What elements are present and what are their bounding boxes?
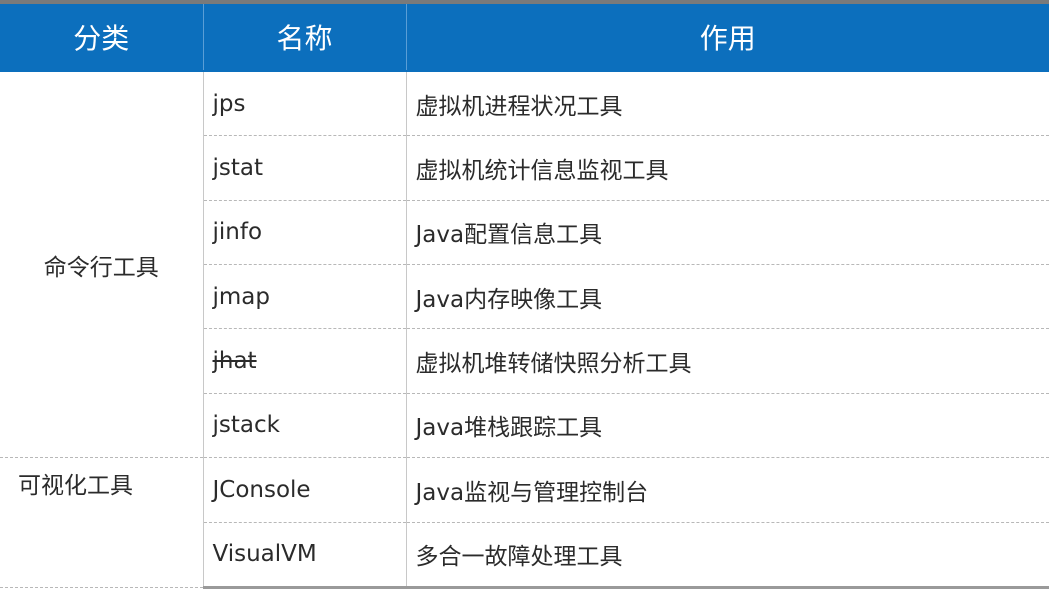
header-purpose: 作用 bbox=[405, 0, 1049, 72]
category-command-line: 命令行工具 bbox=[0, 71, 203, 459]
table-row: 可视化工具 JConsole Java监视与管理控制台 bbox=[0, 457, 1049, 588]
category-visual: 可视化工具 bbox=[0, 457, 203, 588]
tool-name: jps bbox=[202, 71, 406, 137]
tool-name: jstack bbox=[202, 393, 406, 459]
tool-purpose: 虚拟机统计信息监视工具 bbox=[405, 135, 1049, 201]
tool-purpose: 虚拟机进程状况工具 bbox=[405, 71, 1049, 137]
tool-name: jstat bbox=[202, 135, 406, 201]
header-row: 分类 名称 作用 bbox=[0, 0, 1049, 72]
table-row: 命令行工具 jps 虚拟机进程状况工具 bbox=[0, 71, 1049, 459]
tool-name: jmap bbox=[202, 264, 406, 330]
tool-name: JConsole bbox=[202, 457, 406, 523]
tool-name-deprecated: jhat bbox=[202, 328, 406, 394]
tool-purpose: Java监视与管理控制台 bbox=[405, 457, 1049, 523]
header-category: 分类 bbox=[0, 0, 203, 72]
header-name: 名称 bbox=[202, 0, 406, 72]
tool-purpose: 多合一故障处理工具 bbox=[405, 522, 1049, 589]
tool-purpose: 虚拟机堆转储快照分析工具 bbox=[405, 328, 1049, 394]
tool-purpose: Java配置信息工具 bbox=[405, 200, 1049, 266]
jdk-tools-table: 分类 名称 作用 命令行工具 jps 虚拟机进程状况工具 jstat 虚拟机统计… bbox=[0, 0, 1049, 589]
tool-name: VisualVM bbox=[202, 522, 406, 589]
tool-name: jinfo bbox=[202, 200, 406, 266]
tool-purpose: Java内存映像工具 bbox=[405, 264, 1049, 330]
tool-purpose: Java堆栈跟踪工具 bbox=[405, 393, 1049, 459]
